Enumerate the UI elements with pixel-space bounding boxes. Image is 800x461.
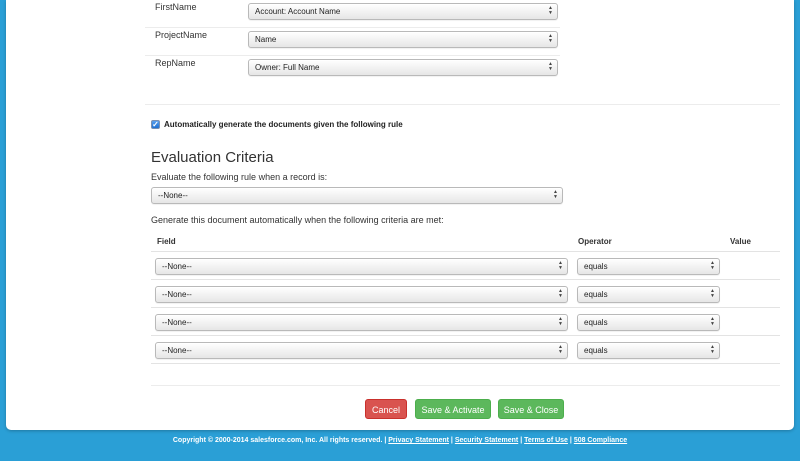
select-value: equals [584,318,608,327]
criteria-row: --None-- ▲ ▼ equals ▲ ▼ [151,279,780,307]
footer: Copyright © 2000-2014 salesforce.com, In… [172,437,628,444]
mapping-row-projectname: ProjectName Name ▲ ▼ [145,28,560,56]
security-statement-link[interactable]: Security Statement [455,437,518,444]
select-arrows-icon: ▲ ▼ [558,316,563,327]
select-arrows-icon: ▲ ▼ [710,316,715,327]
select-arrows-icon: ▲ ▼ [548,5,553,16]
auto-generate-row: ✓ Automatically generate the documents g… [151,117,403,131]
select-arrows-icon: ▲ ▼ [548,61,553,72]
criteria-field-select[interactable]: --None-- ▲ ▼ [155,342,568,359]
mapping-select-projectname[interactable]: Name ▲ ▼ [248,31,558,48]
select-arrows-icon: ▲ ▼ [558,260,563,271]
column-header-value: Value [730,237,751,246]
rule-prompt: Evaluate the following rule when a recor… [151,172,328,182]
actions-divider [151,385,780,386]
mapping-row-firstname: FirstName Account: Account Name ▲ ▼ [145,0,560,28]
criteria-operator-select[interactable]: equals ▲ ▼ [577,342,720,359]
criteria-row: --None-- ▲ ▼ equals ▲ ▼ [151,307,780,335]
select-arrows-icon: ▲ ▼ [710,288,715,299]
rule-select[interactable]: --None-- ▲ ▼ [151,187,563,204]
mapping-label: RepName [155,58,196,68]
select-value: --None-- [158,191,188,200]
auto-generate-checkbox[interactable]: ✓ [151,119,160,129]
criteria-field-select[interactable]: --None-- ▲ ▼ [155,286,568,303]
column-header-operator: Operator [578,237,612,246]
select-value: --None-- [162,346,192,355]
select-arrows-icon: ▲ ▼ [710,260,715,271]
select-value: --None-- [162,290,192,299]
select-arrows-icon: ▲ ▼ [558,288,563,299]
select-value: Name [255,35,277,44]
select-value: equals [584,346,608,355]
evaluation-criteria-heading: Evaluation Criteria [151,149,274,166]
mapping-label: ProjectName [155,30,208,40]
select-value: equals [584,290,608,299]
mapping-label: FirstName [155,2,197,12]
column-header-field: Field [157,237,176,246]
mapping-select-repname[interactable]: Owner: Full Name ▲ ▼ [248,59,558,76]
criteria-operator-select[interactable]: equals ▲ ▼ [577,314,720,331]
select-value: --None-- [162,318,192,327]
select-value: equals [584,262,608,271]
criteria-row: --None-- ▲ ▼ equals ▲ ▼ [151,335,780,363]
mapping-select-firstname[interactable]: Account: Account Name ▲ ▼ [248,3,558,20]
criteria-field-select[interactable]: --None-- ▲ ▼ [155,314,568,331]
terms-of-use-link[interactable]: Terms of Use [524,437,568,444]
select-arrows-icon: ▲ ▼ [558,344,563,355]
criteria-row: --None-- ▲ ▼ equals ▲ ▼ [151,251,780,279]
select-arrows-icon: ▲ ▼ [553,189,558,200]
criteria-operator-select[interactable]: equals ▲ ▼ [577,286,720,303]
select-value: Owner: Full Name [255,63,320,72]
footer-copyright: Copyright © 2000-2014 salesforce.com, In… [172,437,383,444]
table-bottom-border [151,363,780,364]
save-close-button[interactable]: Save & Close [498,399,564,419]
508-compliance-link[interactable]: 508 Compliance [574,437,627,444]
save-activate-button[interactable]: Save & Activate [415,399,491,419]
mapping-row-repname: RepName Owner: Full Name ▲ ▼ [145,56,560,84]
privacy-statement-link[interactable]: Privacy Statement [388,437,449,444]
select-value: --None-- [162,262,192,271]
cancel-button[interactable]: Cancel [365,399,407,419]
criteria-prompt: Generate this document automatically whe… [151,215,444,225]
select-value: Account: Account Name [255,7,341,16]
section-divider [145,104,780,105]
criteria-field-select[interactable]: --None-- ▲ ▼ [155,258,568,275]
criteria-operator-select[interactable]: equals ▲ ▼ [577,258,720,275]
select-arrows-icon: ▲ ▼ [710,344,715,355]
auto-generate-label: Automatically generate the documents giv… [164,119,403,129]
select-arrows-icon: ▲ ▼ [548,33,553,44]
